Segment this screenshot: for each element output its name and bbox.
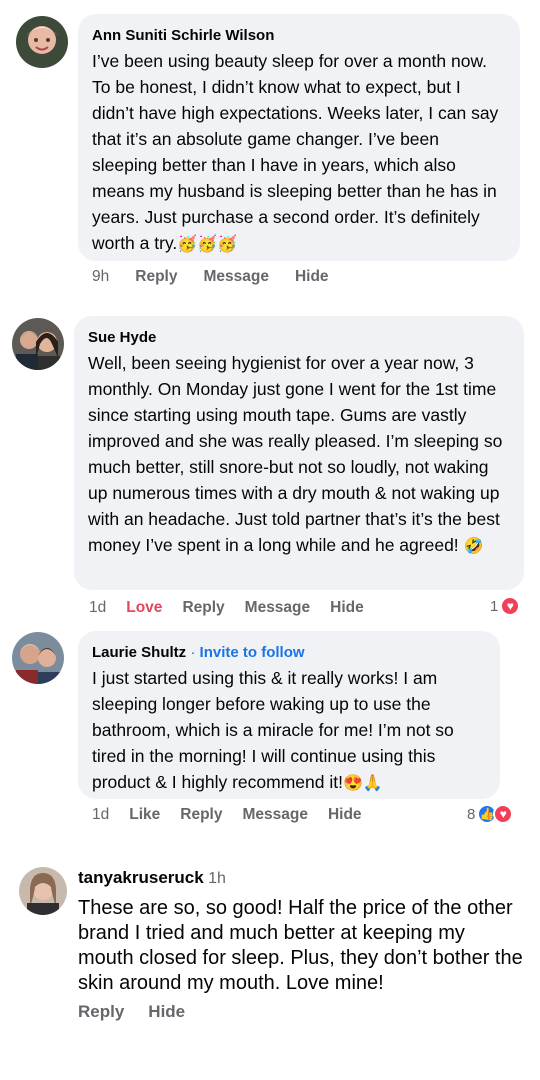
- comment-actions: 1d Love Reply Message Hide: [89, 599, 364, 617]
- hide-button[interactable]: Hide: [295, 268, 329, 286]
- reply-button[interactable]: Reply: [182, 599, 224, 617]
- like-button[interactable]: Like: [129, 806, 160, 824]
- invite-to-follow-link[interactable]: Invite to follow: [200, 644, 305, 661]
- hide-button[interactable]: Hide: [148, 1002, 185, 1022]
- comment-text-content: I’ve been using beauty sleep for over a …: [92, 51, 499, 253]
- hide-button[interactable]: Hide: [328, 806, 362, 824]
- heart-reaction-icon: ♥: [493, 804, 514, 824]
- reaction-summary[interactable]: 8 👍 ♥: [467, 804, 514, 824]
- comment-time[interactable]: 1d: [89, 599, 106, 617]
- comment-text-content: I just started using this & it really wo…: [92, 668, 454, 792]
- comment-author[interactable]: Sue Hyde: [88, 328, 510, 348]
- comment-text: These are so, so good! Half the price of…: [78, 897, 523, 994]
- emoji-icon: 🥳🥳🥳: [177, 236, 238, 253]
- comment-actions: 1d Like Reply Message Hide: [92, 806, 362, 824]
- comment-time[interactable]: 1d: [92, 806, 109, 824]
- comment-author[interactable]: Ann Suniti Schirle Wilson: [92, 26, 506, 46]
- avatar[interactable]: [12, 318, 64, 370]
- comment-time[interactable]: 1h: [208, 870, 226, 887]
- emoji-icon: 😍🙏: [342, 775, 383, 792]
- reply-button[interactable]: Reply: [78, 1002, 124, 1022]
- message-button[interactable]: Message: [245, 599, 310, 617]
- emoji-icon: 🤣: [463, 538, 484, 555]
- avatar[interactable]: [16, 16, 68, 68]
- heart-reaction-icon: ♥: [500, 596, 521, 616]
- reaction-count: 1: [490, 597, 499, 615]
- reply-button[interactable]: Reply: [135, 268, 177, 286]
- hide-button[interactable]: Hide: [330, 599, 364, 617]
- comment-actions: 9h Reply Message Hide: [92, 268, 329, 286]
- comment-author[interactable]: tanyakruseruck: [78, 868, 204, 887]
- comment-time[interactable]: 9h: [92, 268, 109, 286]
- separator: ·: [190, 644, 196, 661]
- comment-text: I just started using this & it really wo…: [92, 665, 486, 797]
- reaction-count: 8: [467, 805, 476, 823]
- message-button[interactable]: Message: [242, 806, 307, 824]
- comment-text-content: Well, been seeing hygienist for over a y…: [88, 353, 503, 555]
- avatar[interactable]: [12, 632, 64, 684]
- love-reaction-button[interactable]: Love: [126, 599, 162, 617]
- comment-author-line: tanyakruseruck 1h: [78, 868, 523, 888]
- avatar[interactable]: [19, 867, 67, 915]
- reply-button[interactable]: Reply: [180, 806, 222, 824]
- comment-bubble: Laurie Shultz · Invite to follow I just …: [78, 631, 500, 799]
- comment-bubble: Sue Hyde Well, been seeing hygienist for…: [74, 316, 524, 590]
- comment-author-line: Laurie Shultz · Invite to follow: [92, 643, 486, 663]
- comment-author[interactable]: Laurie Shultz: [92, 644, 186, 661]
- comment-text: I’ve been using beauty sleep for over a …: [92, 48, 506, 258]
- reaction-summary[interactable]: 1 ♥: [490, 596, 521, 616]
- comment-actions: Reply Hide: [78, 1002, 185, 1022]
- comment-text: Well, been seeing hygienist for over a y…: [88, 350, 510, 560]
- comment-plain: tanyakruseruck 1h These are so, so good!…: [78, 868, 523, 996]
- comment-bubble: Ann Suniti Schirle Wilson I’ve been usin…: [78, 14, 520, 261]
- message-button[interactable]: Message: [203, 268, 268, 286]
